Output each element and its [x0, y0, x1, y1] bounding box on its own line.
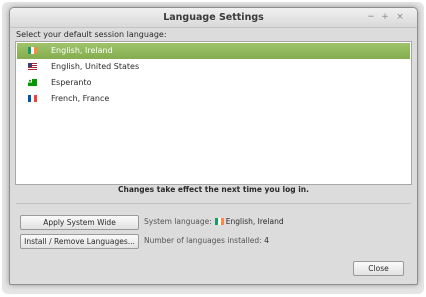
language-settings-window: Language Settings − + × Select your defa… [9, 7, 418, 285]
language-row-english-ireland[interactable]: English, Ireland [17, 43, 410, 59]
language-row-english-us[interactable]: English, United States [17, 59, 410, 75]
system-language-value: English, Ireland [225, 217, 284, 226]
installed-count-value: 4 [264, 236, 269, 245]
language-row-french-france[interactable]: French, France [17, 91, 410, 107]
close-window-icon[interactable]: × [395, 12, 405, 22]
system-language-label: System language: [144, 217, 212, 226]
apply-system-wide-button[interactable]: Apply System Wide [20, 215, 139, 230]
language-list[interactable]: English, Ireland English, United States … [15, 41, 412, 185]
language-row-esperanto[interactable]: Esperanto [17, 75, 410, 91]
minimize-icon[interactable]: − [366, 12, 376, 22]
title-bar[interactable]: Language Settings − + × [10, 8, 417, 28]
install-remove-languages-button[interactable]: Install / Remove Languages... [20, 234, 139, 249]
prompt-label: Select your default session language: [16, 30, 167, 39]
flag-esperanto-icon [28, 79, 37, 86]
language-label: English, United States [51, 62, 140, 71]
flag-usa-icon [28, 63, 37, 70]
system-language-info: System language: English, Ireland [144, 217, 284, 226]
language-label: English, Ireland [51, 46, 113, 55]
installed-count-label: Number of languages installed: [144, 236, 262, 245]
window-title: Language Settings [163, 12, 264, 23]
restart-note: Changes take effect the next time you lo… [117, 185, 309, 194]
installed-count-info: Number of languages installed: 4 [144, 236, 269, 245]
flag-france-icon [28, 95, 37, 102]
language-label: Esperanto [51, 78, 92, 87]
maximize-icon[interactable]: + [380, 12, 390, 22]
close-button[interactable]: Close [353, 261, 404, 276]
language-label: French, France [51, 94, 110, 103]
flag-ireland-icon [28, 47, 37, 54]
flag-ireland-icon [214, 218, 224, 225]
separator [16, 203, 411, 204]
